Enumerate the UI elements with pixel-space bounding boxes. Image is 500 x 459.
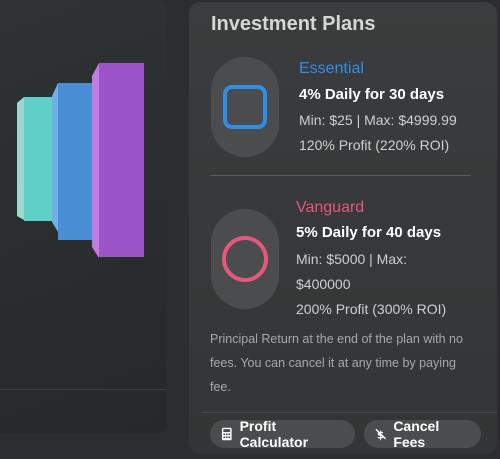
- plan-vanguard[interactable]: Vanguard 5% Daily for 40 days Min: $5000…: [189, 187, 497, 317]
- principal-note: Principal Return at the end of the plan …: [210, 332, 463, 394]
- plan-headline: 4% Daily for 30 days: [299, 86, 445, 103]
- plan-icon-pill: [211, 209, 279, 309]
- left-panel: [0, 0, 167, 434]
- circle-icon: [222, 236, 268, 282]
- cancel-fees-button[interactable]: $ Cancel Fees: [364, 418, 481, 450]
- bar-graphic: [17, 63, 144, 258]
- profit-calculator-label: Profit Calculator: [239, 418, 309, 450]
- dollar-slash-icon: $: [375, 428, 386, 441]
- plan-essential[interactable]: Essential 4% Daily for 30 days Min: $25 …: [189, 47, 497, 177]
- plan-name: Vanguard: [296, 199, 365, 216]
- investment-plans-card: Investment Plans Essential 4% Daily for …: [189, 2, 497, 454]
- plans-title: Investment Plans: [211, 13, 376, 35]
- plan-name: Essential: [299, 60, 364, 77]
- left-divider: [0, 389, 167, 390]
- plan-limits: Min: $5000 | Max: $400000: [296, 251, 408, 292]
- plan-icon-pill: [211, 57, 279, 157]
- plan-profit: 120% Profit (220% ROI): [299, 137, 450, 153]
- square-icon: [223, 85, 267, 129]
- plan-headline: 5% Daily for 40 days: [296, 224, 442, 241]
- plan-limits: Min: $25 | Max: $4999.99: [299, 112, 457, 128]
- footer-divider: [201, 412, 497, 413]
- plan-divider: [210, 175, 471, 176]
- calculator-icon: [221, 427, 232, 441]
- cancel-fees-label: Cancel Fees: [393, 418, 440, 450]
- profit-calculator-button[interactable]: Profit Calculator: [210, 418, 355, 450]
- plan-profit: 200% Profit (300% ROI): [296, 301, 447, 317]
